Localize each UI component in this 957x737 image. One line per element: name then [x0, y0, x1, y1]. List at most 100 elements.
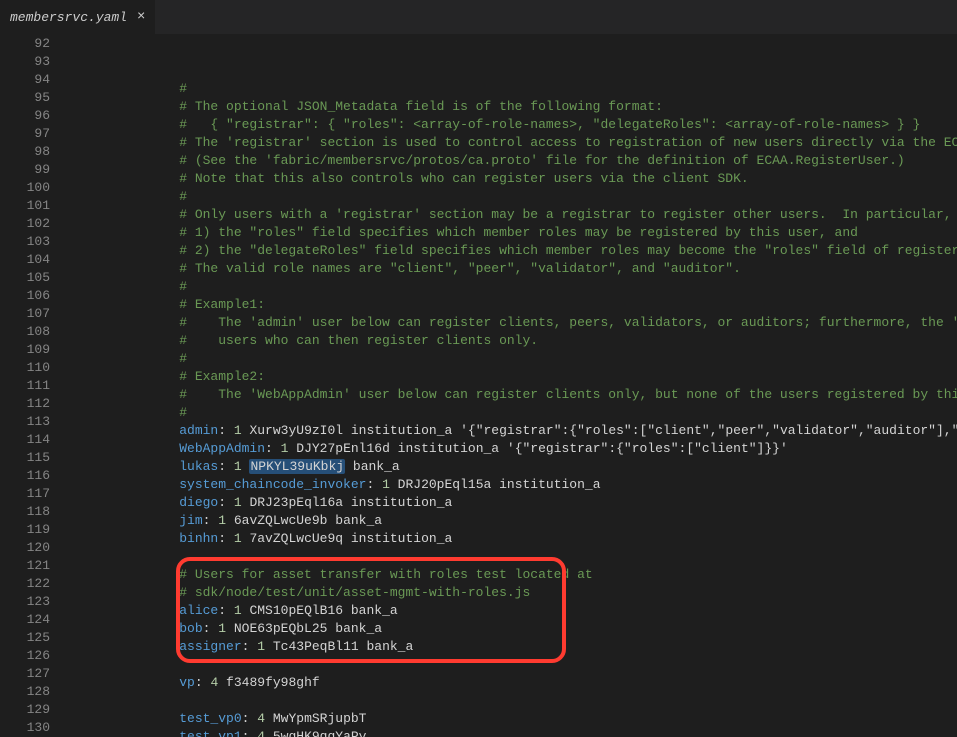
yaml-number: 1 — [257, 639, 265, 654]
yaml-key: bob — [179, 621, 202, 636]
code-line[interactable]: # — [70, 278, 957, 296]
line-number-gutter: 9293949596979899100101102103104105106107… — [0, 35, 70, 737]
comment-text: # — [70, 189, 187, 204]
line-number: 120 — [0, 539, 50, 557]
code-line[interactable] — [70, 692, 957, 710]
code-line[interactable]: # — [70, 188, 957, 206]
code-line[interactable]: # The 'registrar' section is used to con… — [70, 134, 957, 152]
yaml-key: test_vp1 — [179, 729, 241, 737]
yaml-number: 1 — [234, 531, 242, 546]
line-number: 100 — [0, 179, 50, 197]
code-line[interactable]: # — [70, 404, 957, 422]
line-number: 128 — [0, 683, 50, 701]
line-number: 112 — [0, 395, 50, 413]
yaml-key: lukas — [179, 459, 218, 474]
code-line[interactable]: # (See the 'fabric/membersrvc/protos/ca.… — [70, 152, 957, 170]
editor[interactable]: 9293949596979899100101102103104105106107… — [0, 35, 957, 737]
yaml-number: 1 — [234, 603, 242, 618]
line-number: 126 — [0, 647, 50, 665]
comment-text: # The 'registrar' section is used to con… — [70, 135, 957, 150]
code-line[interactable]: # Example2: — [70, 368, 957, 386]
yaml-value: Tc43PeqBl11 bank_a — [265, 639, 413, 654]
code-line[interactable]: # Example1: — [70, 296, 957, 314]
code-line[interactable]: WebAppAdmin: 1 DJY27pEnl16d institution_… — [70, 440, 957, 458]
comment-text: # { "registrar": { "roles": <array-of-ro… — [70, 117, 920, 132]
yaml-value: CMS10pEQlB16 bank_a — [242, 603, 398, 618]
line-number: 118 — [0, 503, 50, 521]
yaml-number: 4 — [257, 729, 265, 737]
line-number: 119 — [0, 521, 50, 539]
yaml-value: NOE63pEQbL25 bank_a — [226, 621, 382, 636]
code-line[interactable]: # The 'WebAppAdmin' user below can regis… — [70, 386, 957, 404]
code-line[interactable]: # — [70, 80, 957, 98]
comment-text: # — [70, 405, 187, 420]
code-line[interactable]: assigner: 1 Tc43PeqBl11 bank_a — [70, 638, 957, 656]
code-line[interactable]: jim: 1 6avZQLwcUe9b bank_a — [70, 512, 957, 530]
code-line[interactable]: # 2) the "delegateRoles" field specifies… — [70, 242, 957, 260]
yaml-value: DRJ23pEql16a institution_a — [242, 495, 453, 510]
code-line[interactable]: # The 'admin' user below can register cl… — [70, 314, 957, 332]
code-line[interactable]: # The optional JSON_Metadata field is of… — [70, 98, 957, 116]
code-line[interactable]: system_chaincode_invoker: 1 DRJ20pEql15a… — [70, 476, 957, 494]
tab-membersrvc[interactable]: membersrvc.yaml × — [0, 0, 155, 35]
line-number: 99 — [0, 161, 50, 179]
comment-text: # The 'WebAppAdmin' user below can regis… — [70, 387, 957, 402]
code-line[interactable]: bob: 1 NOE63pEQbL25 bank_a — [70, 620, 957, 638]
code-line[interactable]: test_vp1: 4 5wgHK9qqYaPy — [70, 728, 957, 737]
code-line[interactable]: lukas: 1 NPKYL39uKbkj bank_a — [70, 458, 957, 476]
line-number: 130 — [0, 719, 50, 737]
line-number: 107 — [0, 305, 50, 323]
comment-text: # 2) the "delegateRoles" field specifies… — [70, 243, 957, 258]
line-number: 122 — [0, 575, 50, 593]
code-line[interactable]: binhn: 1 7avZQLwcUe9q institution_a — [70, 530, 957, 548]
code-line[interactable]: # { "registrar": { "roles": <array-of-ro… — [70, 116, 957, 134]
code-line[interactable]: # Note that this also controls who can r… — [70, 170, 957, 188]
comment-text: # — [70, 351, 187, 366]
code-line[interactable]: admin: 1 Xurw3yU9zI0l institution_a '{"r… — [70, 422, 957, 440]
code-line[interactable] — [70, 656, 957, 674]
code-line[interactable]: test_vp0: 4 MwYpmSRjupbT — [70, 710, 957, 728]
line-number: 93 — [0, 53, 50, 71]
yaml-value: 6avZQLwcUe9b bank_a — [226, 513, 382, 528]
line-number: 109 — [0, 341, 50, 359]
tab-filename: membersrvc.yaml — [10, 10, 127, 25]
comment-text: # Example1: — [70, 297, 265, 312]
code-line[interactable] — [70, 548, 957, 566]
line-number: 94 — [0, 71, 50, 89]
comment-text: # users who can then register clients on… — [70, 333, 538, 348]
line-number: 106 — [0, 287, 50, 305]
line-number: 125 — [0, 629, 50, 647]
line-number: 104 — [0, 251, 50, 269]
code-line[interactable]: # The valid role names are "client", "pe… — [70, 260, 957, 278]
yaml-number: 1 — [218, 513, 226, 528]
yaml-key: jim — [179, 513, 202, 528]
line-number: 92 — [0, 35, 50, 53]
line-number: 101 — [0, 197, 50, 215]
code-area[interactable]: # # The optional JSON_Metadata field is … — [70, 35, 957, 737]
code-line[interactable]: # Only users with a 'registrar' section … — [70, 206, 957, 224]
close-icon[interactable]: × — [137, 9, 145, 25]
tab-bar: membersrvc.yaml × — [0, 0, 957, 35]
code-line[interactable]: # sdk/node/test/unit/asset-mgmt-with-rol… — [70, 584, 957, 602]
line-number: 108 — [0, 323, 50, 341]
comment-text: # (See the 'fabric/membersrvc/protos/ca.… — [70, 153, 905, 168]
yaml-key: diego — [179, 495, 218, 510]
code-line[interactable]: # — [70, 350, 957, 368]
code-line[interactable]: # Users for asset transfer with roles te… — [70, 566, 957, 584]
line-number: 115 — [0, 449, 50, 467]
code-line[interactable]: diego: 1 DRJ23pEql16a institution_a — [70, 494, 957, 512]
yaml-number: 4 — [257, 711, 265, 726]
code-line[interactable]: # 1) the "roles" field specifies which m… — [70, 224, 957, 242]
code-line[interactable]: alice: 1 CMS10pEQlB16 bank_a — [70, 602, 957, 620]
comment-text: # Users for asset transfer with roles te… — [70, 567, 593, 582]
code-line[interactable]: # users who can then register clients on… — [70, 332, 957, 350]
line-number: 95 — [0, 89, 50, 107]
comment-text: # Only users with a 'registrar' section … — [70, 207, 952, 222]
code-line[interactable]: vp: 4 f3489fy98ghf — [70, 674, 957, 692]
comment-text: # The optional JSON_Metadata field is of… — [70, 99, 663, 114]
yaml-key: WebAppAdmin — [179, 441, 265, 456]
yaml-key: system_chaincode_invoker — [179, 477, 366, 492]
line-number: 116 — [0, 467, 50, 485]
comment-text: # Example2: — [70, 369, 265, 384]
yaml-value: 7avZQLwcUe9q institution_a — [242, 531, 453, 546]
